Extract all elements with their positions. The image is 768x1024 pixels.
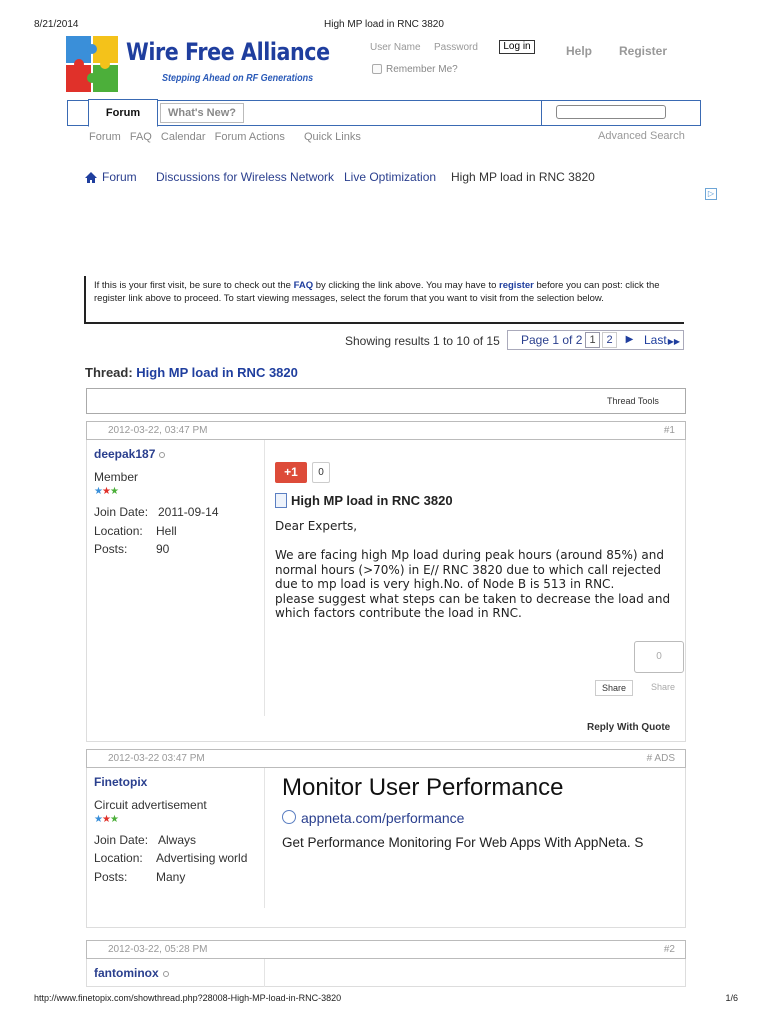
- post-number[interactable]: #2: [595, 944, 675, 955]
- search-input[interactable]: [556, 105, 666, 119]
- post-title: High MP load in RNC 3820: [291, 493, 453, 508]
- next-page-icon[interactable]: ▶: [622, 334, 637, 348]
- post-date: 2012-03-22 03:47 PM: [108, 753, 205, 764]
- post-body-box: [86, 959, 686, 987]
- breadcrumb-forum[interactable]: Forum: [102, 170, 137, 184]
- print-title: High MP load in RNC 3820: [324, 19, 444, 30]
- location-value: Advertising world: [156, 851, 248, 865]
- user-title: Member: [94, 470, 139, 484]
- location-label: Location:: [94, 524, 143, 538]
- posts-value: 90: [156, 542, 170, 556]
- puzzle-logo-icon: [66, 36, 118, 92]
- ad-headline[interactable]: Monitor User Performance: [282, 774, 563, 802]
- logo-name: Wire Free Alliance: [126, 38, 330, 66]
- share-count: 0: [634, 641, 684, 673]
- google-plus-button[interactable]: +1: [275, 462, 307, 483]
- page-1-button[interactable]: 1: [585, 332, 600, 348]
- breadcrumb-live-optimization[interactable]: Live Optimization: [344, 170, 436, 184]
- remember-me-checkbox[interactable]: [372, 64, 382, 74]
- breadcrumb-current: High MP load in RNC 3820: [451, 170, 595, 184]
- register-link[interactable]: Register: [619, 44, 667, 58]
- posts-label: Posts:: [94, 870, 128, 884]
- adchoices-icon[interactable]: ▷: [705, 188, 717, 200]
- subnav-calendar[interactable]: Calendar: [161, 131, 206, 143]
- offline-status-icon: [162, 970, 169, 977]
- page-of-label[interactable]: Page 1 of 2: [521, 333, 582, 347]
- post-username[interactable]: Finetopix: [94, 775, 147, 789]
- tab-whats-new[interactable]: What's New?: [160, 103, 244, 123]
- posts-value: Many: [156, 870, 186, 884]
- document-icon: [275, 493, 287, 508]
- location-value: Hell: [156, 524, 177, 538]
- post-divider: [264, 440, 265, 716]
- globe-icon: [282, 810, 296, 824]
- thread-title-link[interactable]: High MP load in RNC 3820: [136, 365, 298, 380]
- thread-title: Thread: High MP load in RNC 3820: [85, 365, 298, 380]
- advanced-search-link[interactable]: Advanced Search: [598, 130, 685, 142]
- subnav-faq[interactable]: FAQ: [130, 131, 152, 143]
- remember-me-label: Remember Me?: [386, 64, 458, 75]
- location-label: Location:: [94, 851, 143, 865]
- print-page-number: 1/6: [725, 993, 738, 1003]
- subnav-forum[interactable]: Forum: [89, 131, 121, 143]
- join-date-value: 2011-09-14: [158, 505, 219, 519]
- ad-link[interactable]: appneta.com/performance: [301, 810, 464, 826]
- print-url: http://www.finetopix.com/showthread.php?…: [34, 993, 342, 1003]
- rank-stars-icon: ★★★: [94, 814, 119, 825]
- double-arrow-icon: ▶▶: [667, 337, 680, 346]
- post-number: # ADS: [646, 753, 675, 764]
- post-date: 2012-03-22, 05:28 PM: [108, 944, 208, 955]
- post-username[interactable]: fantominox: [94, 966, 169, 980]
- tab-forum[interactable]: Forum: [88, 99, 158, 127]
- join-date-label: Join Date:: [94, 833, 149, 847]
- post-divider: [264, 959, 265, 987]
- home-icon[interactable]: [84, 171, 98, 184]
- ad-description: Get Performance Monitoring For Web Apps …: [282, 835, 644, 850]
- breadcrumb-discussions[interactable]: Discussions for Wireless Network: [156, 170, 334, 184]
- login-button[interactable]: Log in: [499, 40, 535, 54]
- faq-link[interactable]: FAQ: [294, 280, 314, 291]
- last-page-button[interactable]: Last▶▶: [644, 333, 680, 347]
- post-message: Dear Experts, We are facing high Mp load…: [275, 519, 671, 620]
- share-button[interactable]: Share: [595, 680, 633, 696]
- join-date-label: Join Date:: [94, 505, 149, 519]
- join-date-value: Always: [158, 833, 197, 847]
- reply-with-quote-button[interactable]: Reply With Quote: [587, 722, 670, 733]
- page-2-button[interactable]: 2: [602, 332, 617, 348]
- register-link-notice[interactable]: register: [499, 280, 534, 291]
- results-count: Showing results 1 to 10 of 15: [345, 334, 500, 348]
- logo-tagline: Stepping Ahead on RF Generations: [162, 73, 314, 84]
- post-username[interactable]: deepak187: [94, 447, 166, 461]
- google-plus-count: 0: [312, 462, 330, 483]
- user-title: Circuit advertisement: [94, 798, 207, 812]
- posts-label: Posts:: [94, 542, 128, 556]
- post-date: 2012-03-22, 03:47 PM: [108, 425, 208, 436]
- thread-tools-button[interactable]: Thread Tools: [607, 396, 659, 406]
- search-divider: [541, 100, 542, 126]
- username-field[interactable]: User Name: [370, 42, 421, 53]
- subnav-forum-actions[interactable]: Forum Actions: [215, 131, 285, 143]
- subnav-quick-links[interactable]: Quick Links: [304, 131, 361, 143]
- post-number[interactable]: #1: [595, 425, 675, 436]
- offline-status-icon: [159, 451, 166, 458]
- post-divider: [264, 768, 265, 908]
- thread-tools-bar: [86, 388, 686, 414]
- rank-stars-icon: ★★★: [94, 486, 119, 497]
- help-link[interactable]: Help: [566, 44, 592, 58]
- share-label[interactable]: Share: [651, 682, 675, 692]
- sub-nav: Forum FAQ Calendar Forum Actions Quick L…: [89, 131, 367, 143]
- password-field[interactable]: Password: [434, 42, 478, 53]
- welcome-notice: If this is your first visit, be sure to …: [84, 276, 684, 324]
